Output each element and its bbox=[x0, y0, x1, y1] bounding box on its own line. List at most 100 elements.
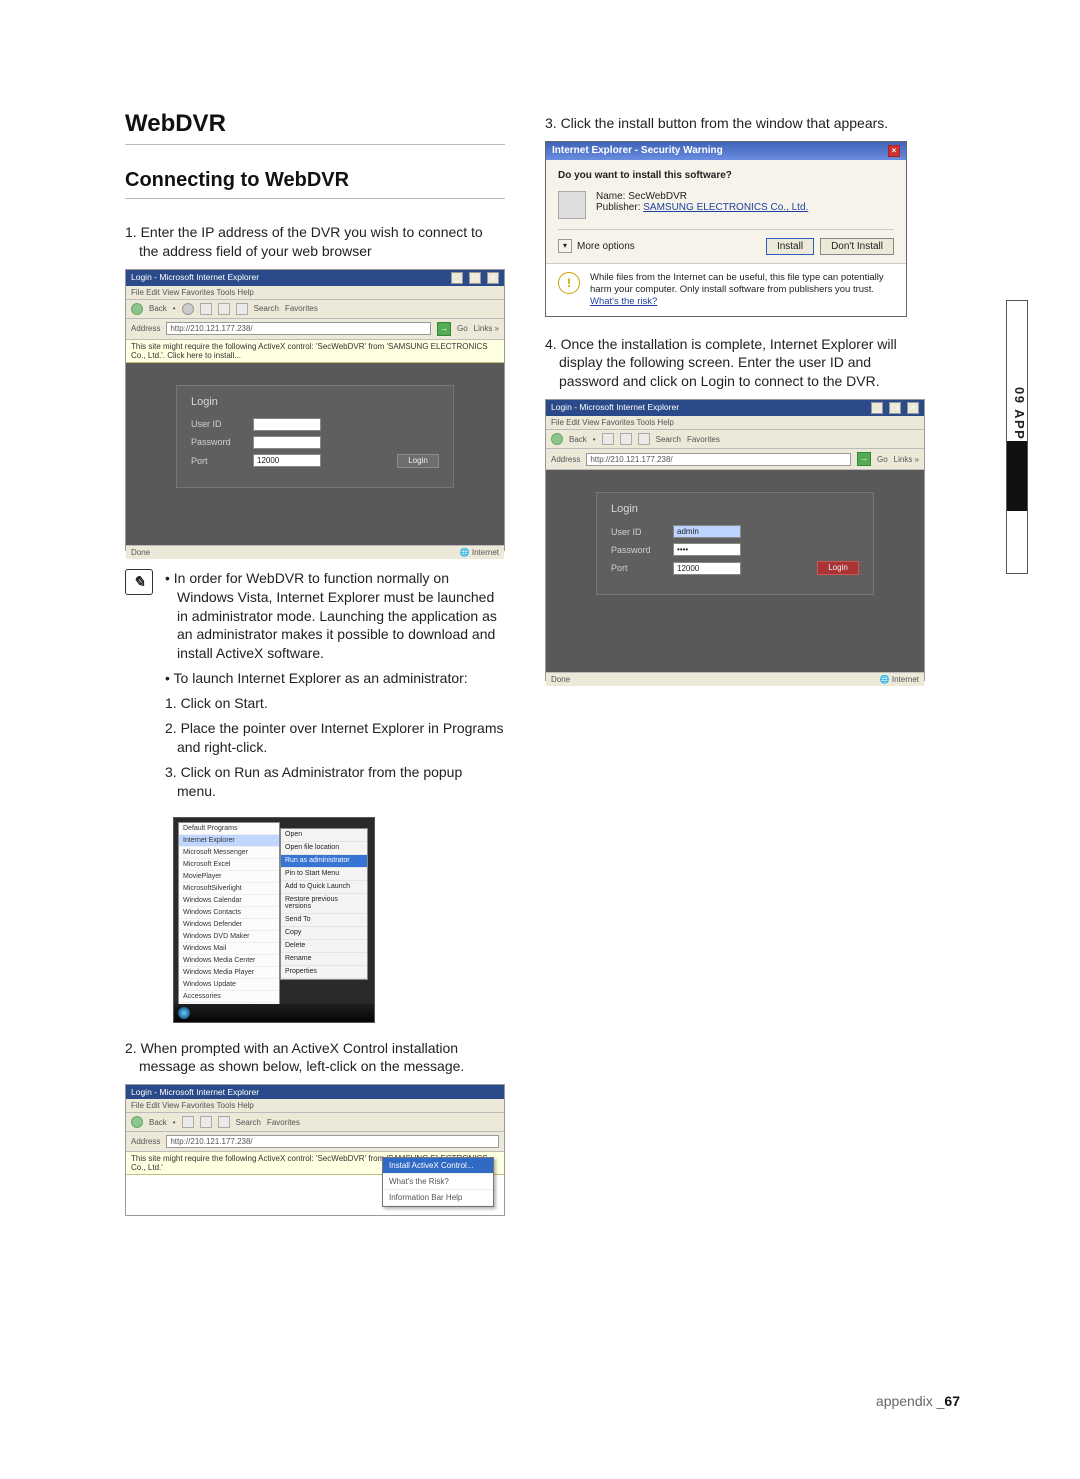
home-icon[interactable] bbox=[638, 433, 650, 445]
back-icon[interactable] bbox=[131, 1116, 143, 1128]
list-item[interactable]: Microsoft Excel bbox=[179, 859, 279, 871]
ctx-quick[interactable]: Add to Quick Launch bbox=[281, 881, 367, 894]
refresh-icon[interactable] bbox=[620, 433, 632, 445]
favorites-label[interactable]: Favorites bbox=[687, 435, 720, 444]
list-item[interactable]: Windows Update bbox=[179, 979, 279, 991]
step-1-text: 1. Enter the IP address of the DVR you w… bbox=[125, 223, 505, 261]
ctx-restore[interactable]: Restore previous versions bbox=[281, 894, 367, 914]
ctx-open[interactable]: Open bbox=[281, 829, 367, 842]
chevron-down-icon: ▾ bbox=[558, 239, 572, 253]
refresh-icon[interactable] bbox=[218, 303, 230, 315]
ctx-delete[interactable]: Delete bbox=[281, 940, 367, 953]
login-button[interactable]: Login bbox=[817, 561, 859, 575]
address-bar: Address http://210.121.177.238/ bbox=[126, 1132, 504, 1152]
information-bar[interactable]: This site might require the following Ac… bbox=[126, 340, 504, 363]
publisher-label: Publisher: bbox=[596, 202, 640, 213]
close-icon[interactable]: × bbox=[487, 272, 499, 284]
list-item[interactable]: Microsoft Messenger bbox=[179, 847, 279, 859]
password-input[interactable] bbox=[253, 436, 321, 449]
go-button[interactable]: → bbox=[437, 322, 451, 336]
toolbar[interactable]: Back • Search Favorites bbox=[546, 430, 924, 449]
list-item[interactable]: Windows Calendar bbox=[179, 895, 279, 907]
forward-icon[interactable] bbox=[182, 303, 194, 315]
rule bbox=[125, 144, 505, 145]
address-input[interactable]: http://210.121.177.238/ bbox=[166, 1135, 499, 1148]
dialog-question: Do you want to install this software? bbox=[558, 170, 894, 181]
risk-link[interactable]: What's the risk? bbox=[590, 296, 657, 307]
minimize-icon[interactable]: _ bbox=[871, 402, 883, 414]
stop-icon[interactable] bbox=[182, 1116, 194, 1128]
list-item[interactable]: Windows Media Center bbox=[179, 955, 279, 967]
ctx-open-loc[interactable]: Open file location bbox=[281, 842, 367, 855]
stop-icon[interactable] bbox=[200, 303, 212, 315]
menubar[interactable]: File Edit View Favorites Tools Help bbox=[546, 416, 924, 430]
more-options-toggle[interactable]: ▾ More options bbox=[558, 239, 635, 253]
links-label[interactable]: Links » bbox=[894, 455, 919, 464]
program-list: Default Programs Internet Explorer Micro… bbox=[178, 822, 280, 1016]
note-sub-3: 3. Click on Run as Administrator from th… bbox=[165, 763, 505, 801]
ctx-copy[interactable]: Copy bbox=[281, 927, 367, 940]
links-label[interactable]: Links » bbox=[474, 324, 499, 333]
address-input[interactable]: http://210.121.177.238/ bbox=[166, 322, 431, 335]
list-item[interactable]: Windows Mail bbox=[179, 943, 279, 955]
menubar[interactable]: File Edit View Favorites Tools Help bbox=[126, 1099, 504, 1113]
info-bar-help-item[interactable]: Information Bar Help bbox=[383, 1190, 493, 1206]
list-item[interactable]: Accessories bbox=[179, 991, 279, 1003]
install-activex-item[interactable]: Install ActiveX Control... bbox=[383, 1158, 493, 1174]
ctx-rename[interactable]: Rename bbox=[281, 953, 367, 966]
go-button[interactable]: → bbox=[857, 452, 871, 466]
minimize-icon[interactable]: _ bbox=[451, 272, 463, 284]
list-item[interactable]: Windows DVD Maker bbox=[179, 931, 279, 943]
search-label[interactable]: Search bbox=[254, 304, 279, 313]
whats-the-risk-item[interactable]: What's the Risk? bbox=[383, 1174, 493, 1190]
dont-install-button[interactable]: Don't Install bbox=[820, 238, 894, 255]
password-input[interactable]: •••• bbox=[673, 543, 741, 556]
close-icon[interactable]: × bbox=[907, 402, 919, 414]
favorites-label[interactable]: Favorites bbox=[285, 304, 318, 313]
favorites-label[interactable]: Favorites bbox=[267, 1118, 300, 1127]
ctx-properties[interactable]: Properties bbox=[281, 966, 367, 979]
back-icon[interactable] bbox=[131, 303, 143, 315]
list-item[interactable]: Internet Explorer bbox=[179, 835, 279, 847]
maximize-icon[interactable]: □ bbox=[889, 402, 901, 414]
userid-input[interactable]: admin bbox=[673, 525, 741, 538]
list-item[interactable]: Windows Contacts bbox=[179, 907, 279, 919]
login-button[interactable]: Login bbox=[397, 454, 439, 468]
menubar[interactable]: File Edit View Favorites Tools Help bbox=[126, 286, 504, 300]
port-input[interactable]: 12000 bbox=[253, 454, 321, 467]
stop-icon[interactable] bbox=[602, 433, 614, 445]
ctx-run-as-admin[interactable]: Run as administrator bbox=[281, 855, 367, 868]
ctx-sendto[interactable]: Send To bbox=[281, 914, 367, 927]
note-icon: ✎ bbox=[125, 569, 153, 595]
list-item[interactable]: Windows Media Player bbox=[179, 967, 279, 979]
address-bar: Address http://210.121.177.238/ → Go Lin… bbox=[546, 449, 924, 470]
install-button[interactable]: Install bbox=[766, 238, 814, 255]
sidetab-marker bbox=[1007, 441, 1027, 511]
toolbar[interactable]: Back • Search Favorites bbox=[126, 1113, 504, 1132]
port-input[interactable]: 12000 bbox=[673, 562, 741, 575]
back-icon[interactable] bbox=[551, 433, 563, 445]
userid-label: User ID bbox=[611, 527, 663, 537]
toolbar[interactable]: Back • Search Favorites bbox=[126, 300, 504, 319]
search-label[interactable]: Search bbox=[236, 1118, 261, 1127]
start-orb-icon[interactable] bbox=[178, 1007, 190, 1019]
address-input[interactable]: http://210.121.177.238/ bbox=[586, 453, 851, 466]
go-label: Go bbox=[877, 455, 888, 464]
home-icon[interactable] bbox=[236, 303, 248, 315]
home-icon[interactable] bbox=[218, 1116, 230, 1128]
security-warning-dialog: Internet Explorer - Security Warning × D… bbox=[545, 141, 907, 317]
warning-text: While files from the Internet can be use… bbox=[590, 272, 884, 295]
list-item[interactable]: Windows Defender bbox=[179, 919, 279, 931]
list-item[interactable]: MicrosoftSilverlight bbox=[179, 883, 279, 895]
close-icon[interactable]: × bbox=[888, 145, 900, 157]
password-label: Password bbox=[611, 545, 663, 555]
search-label[interactable]: Search bbox=[656, 435, 681, 444]
maximize-icon[interactable]: □ bbox=[469, 272, 481, 284]
list-item[interactable]: MoviePlayer bbox=[179, 871, 279, 883]
note-bullet-1: • In order for WebDVR to function normal… bbox=[165, 569, 505, 663]
list-header: Default Programs bbox=[179, 823, 279, 835]
userid-input[interactable] bbox=[253, 418, 321, 431]
refresh-icon[interactable] bbox=[200, 1116, 212, 1128]
ctx-pin[interactable]: Pin to Start Menu bbox=[281, 868, 367, 881]
publisher-link[interactable]: SAMSUNG ELECTRONICS Co., Ltd. bbox=[643, 202, 808, 213]
